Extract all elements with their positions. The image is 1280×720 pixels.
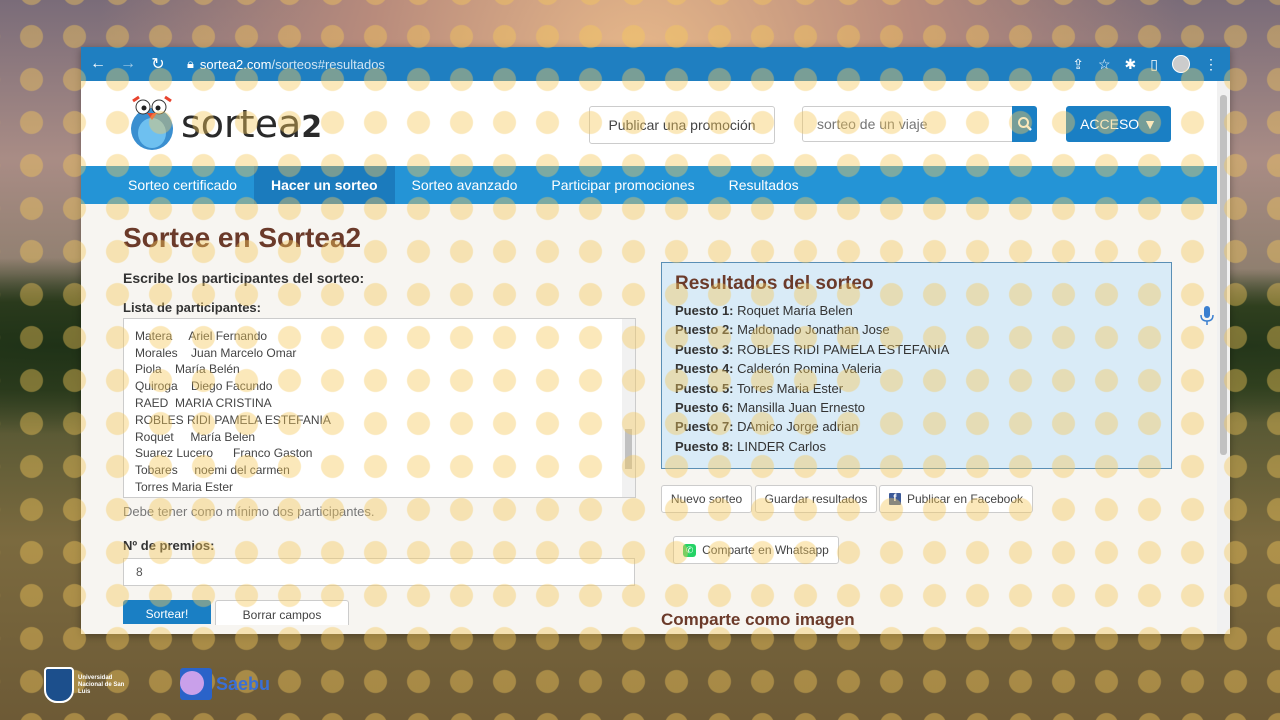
saebu-text: Saebu (216, 673, 271, 694)
unsl-logo: Universidad Nacional de San Luis (44, 667, 126, 703)
page-title: Sortee en Sortea2 (123, 222, 362, 253)
participant-line: Morales Juan Marcelo Omar (135, 345, 297, 360)
search-input[interactable] (802, 106, 1012, 142)
participant-line: Roquet María Belen (135, 429, 256, 444)
nuevo-sorteo-button[interactable]: Nuevo sorteo (661, 485, 752, 513)
publicar-facebook-label: Publicar en Facebook (906, 492, 1024, 506)
url-domain: sortea2.com (199, 56, 272, 72)
sortea2-logo[interactable]: sortea2 (125, 93, 322, 151)
microphone-icon (1200, 306, 1214, 325)
participant-line: Tobares noemi del carmen (135, 463, 290, 478)
participant-line-partial (124, 319, 635, 328)
nav-hacer-un-sorteo[interactable]: Hacer un sorteo (253, 166, 395, 204)
whatsapp-button[interactable]: ✆ Comparte en Whatsapp (673, 536, 839, 564)
participants-textarea[interactable]: Matera Ariel Fernando Morales Juan Marce… (123, 318, 636, 498)
publicar-promocion-button[interactable]: Publicar una promoción (589, 106, 775, 144)
result-row: Puesto 2: Maldonado Jonathan Jose (675, 322, 890, 338)
lock-icon: 🔒︎ (187, 56, 194, 71)
participant-line: Torres Maria Ester (135, 479, 234, 494)
forward-arrow-icon[interactable]: → (115, 55, 141, 73)
sortear-button[interactable]: Sortear! (123, 600, 211, 624)
result-row: Puesto 7: DAmico Jorge adrian (675, 419, 859, 435)
result-row: Puesto 5: Torres Maria Ester (675, 380, 844, 396)
results-title: Resultados del sorteo (675, 273, 874, 294)
participant-line: Suarez Lucero Franco Gaston (135, 446, 313, 461)
results-panel: Resultados del sorteo Puesto 1: Roquet M… (661, 262, 1172, 469)
participant-line: Quiroga Diego Facundo (135, 379, 273, 394)
result-row: Puesto 1: Roquet María Belen (675, 303, 853, 318)
escribe-label: Escribe los participantes del sorteo: (123, 270, 365, 286)
borrar-campos-button[interactable]: Borrar campos (215, 600, 349, 625)
web-page: sortea2 Publicar una promoción ACCESO ▼ … (81, 81, 1217, 634)
browser-window: ← → ↻ 🔒︎ sortea2.com/sorteos#resultados … (81, 47, 1230, 634)
nav-resultados[interactable]: Resultados (712, 166, 816, 204)
search-icon (1017, 117, 1032, 131)
nav-participar-promociones[interactable]: Participar promociones (534, 166, 711, 204)
nav-sorteo-certificado[interactable]: Sorteo certificado (111, 166, 254, 204)
url-path: /sorteos#resultados (271, 56, 385, 72)
saebu-logo-icon (180, 668, 212, 700)
comparte-imagen-heading: Comparte como imagen (661, 610, 855, 629)
acceso-button[interactable]: ACCESO ▼ (1066, 106, 1171, 142)
profile-avatar[interactable] (1172, 55, 1190, 73)
logo-text: sortea2 (181, 102, 323, 146)
reload-icon[interactable]: ↻ (145, 54, 171, 74)
sidebar-icon[interactable]: ▯ (1150, 56, 1158, 73)
participant-line: Piola María Belén (135, 362, 240, 377)
star-icon[interactable]: ☆ (1098, 56, 1111, 73)
participant-line: Matera Ariel Fernando (135, 328, 268, 343)
extensions-icon[interactable]: ✱ (1125, 56, 1137, 73)
search-button[interactable] (1012, 106, 1037, 142)
search-form (802, 106, 1037, 142)
saebu-logo: Saebu (180, 668, 270, 700)
lista-label: Lista de participantes: (123, 300, 261, 315)
participant-line: RAED MARIA CRISTINA (135, 395, 272, 410)
guardar-resultados-button[interactable]: Guardar resultados (755, 485, 877, 513)
share-icon[interactable]: ⇪ (1072, 56, 1084, 73)
whatsapp-label: Comparte en Whatsapp (702, 543, 829, 557)
textarea-scroll-thumb[interactable] (625, 429, 632, 469)
result-row: Puesto 6: Mansilla Juan Ernesto (675, 399, 866, 415)
back-arrow-icon[interactable]: ← (85, 55, 111, 73)
participants-hint: Debe tener como mínimo dos participantes… (123, 504, 375, 519)
address-bar: ← → ↻ 🔒︎ sortea2.com/sorteos#resultados … (81, 47, 1230, 81)
url-field[interactable]: 🔒︎ sortea2.com/sorteos#resultados (187, 56, 385, 72)
page-scrollbar[interactable] (1217, 81, 1230, 634)
page-scroll-thumb[interactable] (1220, 95, 1227, 455)
main-nav: Sorteo certificado Hacer un sorteo Sorte… (81, 166, 1217, 204)
result-row: Puesto 4: Calderón Romina Valeria (675, 361, 882, 377)
bird-logo-icon (131, 95, 173, 150)
unsl-shield-icon (44, 667, 74, 703)
result-row: Puesto 3: ROBLES RIDI PAMELA ESTEFANIA (675, 341, 950, 357)
facebook-icon: f (888, 493, 901, 505)
menu-dots-icon[interactable]: ⋮ (1204, 56, 1218, 73)
textarea-scrollbar[interactable] (622, 319, 635, 497)
nav-sorteo-avanzado[interactable]: Sorteo avanzado (395, 166, 535, 204)
result-row: Puesto 8: LINDER Carlos (675, 438, 826, 454)
premios-input[interactable]: 8 (123, 558, 635, 586)
site-header: sortea2 Publicar una promoción ACCESO ▼ (81, 81, 1217, 166)
publicar-facebook-button[interactable]: f Publicar en Facebook (879, 485, 1033, 513)
premios-label: Nº de premios: (123, 538, 215, 553)
whatsapp-icon: ✆ (683, 543, 697, 557)
participant-line: ROBLES RIDI PAMELA ESTEFANIA (135, 412, 331, 427)
unsl-text: Universidad Nacional de San Luis (78, 674, 125, 695)
main-content: Sortee en Sortea2 Escribe los participan… (81, 204, 1217, 634)
